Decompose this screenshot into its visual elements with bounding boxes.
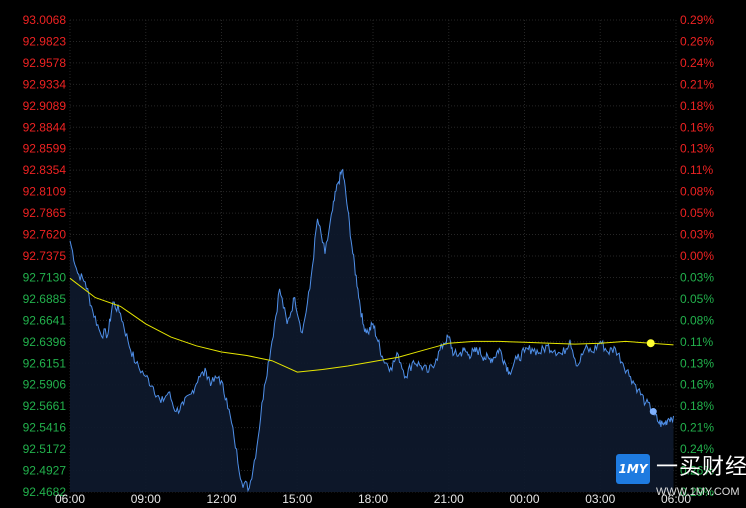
y-tick-label-left: 92.9823 <box>23 34 67 48</box>
x-tick-label: 18:00 <box>358 492 388 506</box>
watermark-url: WWW.1MY.COM <box>656 486 740 498</box>
price-marker <box>649 408 657 416</box>
y-tick-label-right: 0.00% <box>680 249 714 263</box>
y-tick-label-right: 0.18% <box>680 99 714 113</box>
intraday-price-chart: 93.0068 92.9823 92.9578 92.9334 92.9089 92.88… <box>0 0 746 508</box>
y-tick-label-left: 92.8844 <box>23 120 67 134</box>
y-tick-label-right: 0.13% <box>680 356 714 370</box>
y-tick-label-left: 92.6396 <box>23 335 67 349</box>
y-tick-label-right: 0.08% <box>680 313 714 327</box>
y-tick-label-right: 0.03% <box>680 270 714 284</box>
y-tick-label-right: 0.21% <box>680 77 714 91</box>
x-tick-label: 03:00 <box>585 492 615 506</box>
x-axis-labels: 06:00 09:00 12:00 15:00 18:00 21:00 00:00 03:00… <box>55 492 691 506</box>
y-tick-label-left: 92.8109 <box>23 185 67 199</box>
y-tick-label-left: 92.6641 <box>23 313 67 327</box>
x-tick-label: 12:00 <box>206 492 236 506</box>
y-tick-label-left: 92.6885 <box>23 292 67 306</box>
y-tick-label-right: 0.24% <box>680 56 714 70</box>
y-tick-label-right: 0.21% <box>680 421 714 435</box>
y-tick-label-right: 0.05% <box>680 292 714 306</box>
y-tick-label-right: 0.05% <box>680 206 714 220</box>
y-tick-label-left: 92.7865 <box>23 206 67 220</box>
y-tick-label-right: 0.08% <box>680 185 714 199</box>
watermark: 1MY 一买财经 WWW.1MY.COM <box>616 452 746 504</box>
watermark-name: 一买财经 <box>656 455 746 480</box>
y-tick-label-right: 0.16% <box>680 378 714 392</box>
y-tick-label-left: 92.5172 <box>23 442 67 456</box>
x-tick-label: 09:00 <box>131 492 161 506</box>
y-tick-label-left: 92.8354 <box>23 163 67 177</box>
x-tick-label: 21:00 <box>434 492 464 506</box>
y-tick-label-left: 92.7620 <box>23 228 67 242</box>
y-tick-label-left: 92.5416 <box>23 421 67 435</box>
y-tick-label-left: 92.4927 <box>23 464 67 478</box>
y-tick-label-right: 0.13% <box>680 142 714 156</box>
y-tick-label-left: 92.5906 <box>23 378 67 392</box>
x-tick-label: 00:00 <box>509 492 539 506</box>
x-tick-label: 15:00 <box>282 492 312 506</box>
y-tick-label-left: 92.5661 <box>23 399 67 413</box>
watermark-logo-icon: 1MY <box>616 454 650 484</box>
y-tick-label-left: 92.7130 <box>23 270 67 284</box>
y-axis-left-labels: 93.0068 92.9823 92.9578 92.9334 92.9089 92.88… <box>23 13 67 499</box>
y-tick-label-left: 92.9578 <box>23 56 67 70</box>
average-marker <box>646 339 655 348</box>
y-tick-label-right: 0.16% <box>680 120 714 134</box>
y-axis-right-labels: 0.29% 0.26% 0.24% 0.21% 0.18% 0.16% 0.13% 0.11%… <box>680 13 714 499</box>
y-tick-label-left: 92.9334 <box>23 77 67 91</box>
y-tick-label-right: 0.03% <box>680 228 714 242</box>
y-tick-label-left: 92.7375 <box>23 249 67 263</box>
x-tick-label: 06:00 <box>55 492 85 506</box>
y-tick-label-left: 93.0068 <box>23 13 67 27</box>
y-tick-label-right: 0.26% <box>680 34 714 48</box>
y-tick-label-right: 0.18% <box>680 399 714 413</box>
y-tick-label-left: 92.6151 <box>23 356 67 370</box>
y-tick-label-right: 0.29% <box>680 13 714 27</box>
y-tick-label-left: 92.8599 <box>23 142 67 156</box>
y-tick-label-right: 0.11% <box>680 163 713 177</box>
y-tick-label-right: 0.11% <box>680 335 713 349</box>
y-tick-label-left: 92.9089 <box>23 99 67 113</box>
